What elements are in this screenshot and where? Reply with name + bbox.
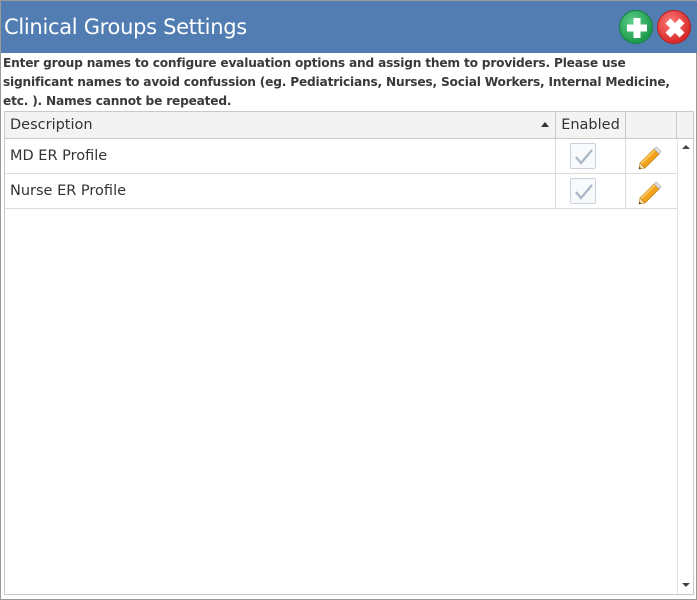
column-header-enabled[interactable]: Enabled bbox=[556, 112, 626, 138]
add-group-button[interactable] bbox=[619, 10, 653, 44]
enabled-checkbox[interactable] bbox=[570, 178, 596, 204]
close-button[interactable] bbox=[657, 10, 691, 44]
checkmark-icon bbox=[575, 184, 593, 200]
grid-header: Description Enabled bbox=[5, 112, 693, 139]
row-enabled-cell bbox=[556, 174, 626, 208]
row-description: Nurse ER Profile bbox=[5, 174, 556, 208]
column-header-description[interactable]: Description bbox=[5, 112, 556, 138]
column-header-edit bbox=[626, 112, 677, 138]
table-row[interactable]: MD ER Profile bbox=[5, 139, 677, 174]
row-edit-cell bbox=[626, 139, 677, 173]
x-circle-icon bbox=[665, 18, 685, 38]
plus-circle-icon bbox=[627, 18, 647, 38]
scroll-up-arrow-icon[interactable] bbox=[680, 142, 692, 154]
clinical-groups-grid: Description Enabled MD ER Profile Nurse … bbox=[4, 111, 694, 595]
table-row[interactable]: Nurse ER Profile bbox=[5, 174, 677, 209]
scroll-down-arrow-icon[interactable] bbox=[680, 579, 692, 591]
row-edit-cell bbox=[626, 174, 677, 208]
window-title: Clinical Groups Settings bbox=[4, 15, 247, 39]
row-enabled-cell bbox=[556, 139, 626, 173]
enabled-checkbox[interactable] bbox=[570, 143, 596, 169]
vertical-scrollbar[interactable] bbox=[677, 139, 693, 594]
pencil-icon[interactable] bbox=[634, 140, 668, 174]
clinical-groups-window: Clinical Groups Settings Enter group nam… bbox=[0, 0, 697, 600]
instructions-text: Enter group names to configure evaluatio… bbox=[3, 56, 670, 108]
row-description: MD ER Profile bbox=[5, 139, 556, 173]
pencil-icon[interactable] bbox=[634, 175, 668, 209]
sort-ascending-icon bbox=[541, 122, 549, 127]
checkmark-icon bbox=[575, 149, 593, 165]
title-bar: Clinical Groups Settings bbox=[1, 1, 697, 53]
